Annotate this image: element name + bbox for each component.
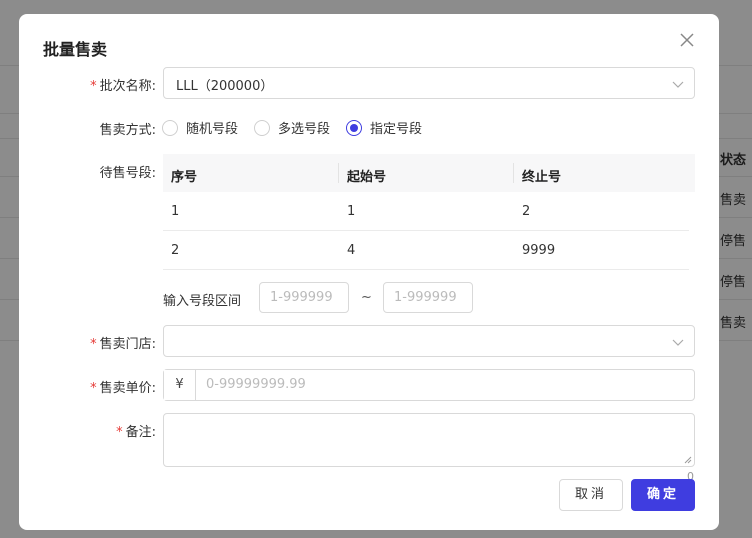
batch-select-value: LLL（200000） [176, 79, 274, 94]
remark-row: * 备注: [19, 413, 719, 467]
remark-label: * 备注: [116, 421, 156, 440]
column-header-index: 序号 [171, 170, 198, 185]
store-row: * 售卖门店: [19, 325, 719, 357]
remark-label-text: 备注: [125, 425, 156, 440]
method-label: 售卖方式: [99, 123, 156, 138]
column-divider [513, 163, 514, 183]
column-header-end: 终止号 [522, 170, 562, 185]
radio-circle-checked [346, 119, 363, 136]
required-mark: * [90, 79, 97, 94]
close-button[interactable] [679, 32, 699, 52]
radio-label: 随机号段 [186, 122, 239, 137]
price-input-group: ¥ 0-99999999.99 [163, 369, 695, 401]
radio-circle [254, 119, 271, 136]
segments-row: 待售号段: 序号 起始号 终止号 1 1 2 2 4 9999 [19, 154, 719, 274]
method-row: 售卖方式: 随机号段 多选号段 指定号段 [19, 118, 719, 138]
batch-select[interactable]: LLL（200000） [163, 67, 695, 99]
store-select[interactable] [163, 325, 695, 357]
cell-start: 1 [347, 204, 356, 219]
batch-label-text: 批次名称: [99, 79, 156, 94]
column-divider [338, 163, 339, 183]
store-label: * 售卖门店: [90, 333, 156, 352]
radio-random[interactable]: 随机号段 [162, 118, 238, 137]
column-header-start: 起始号 [347, 170, 387, 185]
table-row: 2 4 9999 [163, 231, 689, 270]
range-start-input[interactable]: 1-999999 [259, 282, 349, 313]
table-row: 1 1 2 [163, 192, 689, 231]
segments-table: 序号 起始号 终止号 1 1 2 2 4 9999 [163, 154, 695, 270]
batch-row: * 批次名称: LLL（200000） [19, 67, 719, 99]
required-mark: * [116, 425, 123, 440]
price-label-text: 售卖单价: [99, 381, 156, 396]
required-mark: * [90, 337, 97, 352]
range-label: 输入号段区间 [163, 294, 242, 309]
range-separator: ~ [361, 290, 372, 305]
batch-label: * 批次名称: [90, 75, 156, 94]
currency-prefix: ¥ [164, 370, 196, 400]
cell-index: 2 [171, 243, 180, 258]
store-label-text: 售卖门店: [99, 337, 156, 352]
confirm-button[interactable]: 确定 [631, 479, 695, 511]
price-row: * 售卖单价: ¥ 0-99999999.99 [19, 369, 719, 401]
cell-index: 1 [171, 204, 180, 219]
table-header: 序号 起始号 终止号 [163, 154, 695, 192]
radio-label: 指定号段 [370, 122, 423, 137]
price-input[interactable]: 0-99999999.99 [206, 377, 306, 392]
chevron-down-icon [672, 81, 684, 88]
batch-sell-modal: 批量售卖 *批次名称: LLL（200000） 售卖方式: 随机号段 多选号段 [19, 14, 719, 530]
method-radio-group: 随机号段 多选号段 指定号段 [162, 118, 438, 137]
radio-multi[interactable]: 多选号段 [254, 118, 330, 137]
modal-title: 批量售卖 [43, 40, 108, 59]
cancel-button[interactable]: 取消 [559, 479, 623, 511]
cell-start: 4 [347, 243, 356, 258]
range-end-input[interactable]: 1-999999 [383, 282, 473, 313]
remark-textarea[interactable] [163, 413, 695, 467]
radio-label: 多选号段 [278, 122, 331, 137]
cell-end: 2 [522, 204, 531, 219]
required-mark: * [90, 381, 97, 396]
close-icon [680, 33, 694, 47]
cell-end: 9999 [522, 243, 556, 258]
resize-grip-icon[interactable] [684, 456, 692, 464]
radio-specified[interactable]: 指定号段 [346, 118, 422, 137]
range-row: 输入号段区间 1-999999 ~ 1-999999 [19, 282, 719, 314]
radio-circle [162, 119, 178, 136]
price-label: * 售卖单价: [90, 377, 156, 396]
segments-label: 待售号段: [99, 166, 156, 181]
chevron-down-icon [672, 339, 684, 346]
